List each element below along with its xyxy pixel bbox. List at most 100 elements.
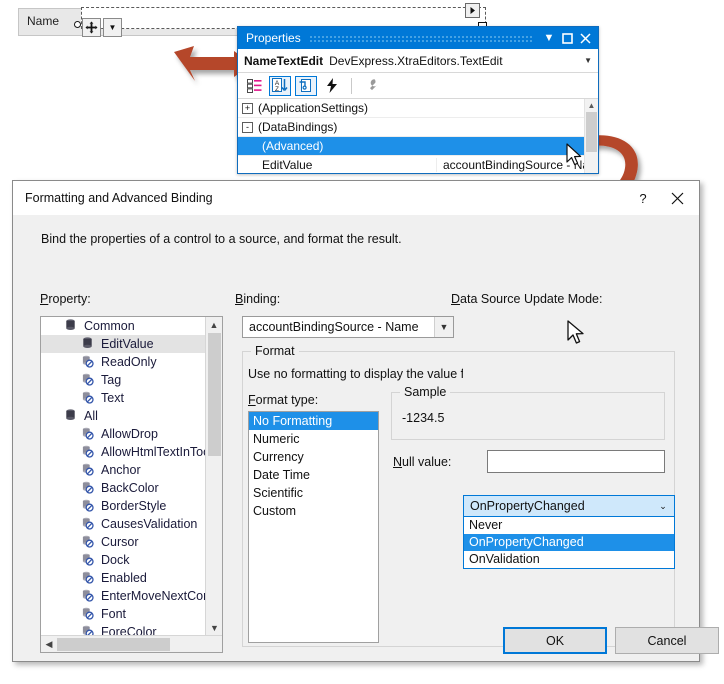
property-tree[interactable]: Common EditValue ReadOnly Tag Text All A… xyxy=(40,316,223,653)
list-item[interactable]: Scientific xyxy=(249,484,378,502)
table-row-selected[interactable]: (Advanced) ... xyxy=(238,137,598,156)
tree-node-borderstyle[interactable]: BorderStyle xyxy=(41,497,205,515)
dialog-body: Bind the properties of a control to a so… xyxy=(13,215,719,661)
tree-node-anchor[interactable]: Anchor xyxy=(41,461,205,479)
update-mode-combo[interactable]: OnPropertyChanged ⌄ xyxy=(463,495,675,517)
properties-object-selector[interactable]: NameTextEdit DevExpress.XtraEditors.Text… xyxy=(238,49,598,73)
unbound-property-icon xyxy=(82,607,96,621)
table-row[interactable]: - (DataBindings) xyxy=(238,118,598,137)
tree-node-label: AllowHtmlTextInToo xyxy=(101,445,205,459)
sample-value: -1234.5 xyxy=(402,411,445,425)
dropdown-option-onvalidation[interactable]: OnValidation xyxy=(464,551,674,568)
property-pages-wrench-icon[interactable] xyxy=(360,76,382,96)
tree-node-text[interactable]: Text xyxy=(41,389,205,407)
update-mode-dropdown-list[interactable]: Never OnPropertyChanged OnValidation xyxy=(463,517,675,569)
tree-node-entermovenextcontrol[interactable]: EnterMoveNextCont xyxy=(41,587,205,605)
tree-node-label: BackColor xyxy=(101,481,159,495)
property-label: Property: xyxy=(40,292,91,306)
collapse-minus-icon[interactable]: - xyxy=(242,121,253,133)
null-value-input[interactable] xyxy=(487,450,665,473)
list-item[interactable]: Numeric xyxy=(249,430,378,448)
tree-node-dock[interactable]: Dock xyxy=(41,551,205,569)
scrollbar[interactable]: ▲ xyxy=(584,99,598,173)
category-icon xyxy=(65,409,79,423)
chevron-up-icon[interactable]: ▲ xyxy=(206,317,222,332)
help-button[interactable]: ? xyxy=(629,183,657,213)
tree-node-label: Dock xyxy=(101,553,130,567)
tree-node-all[interactable]: All xyxy=(41,407,205,425)
format-hint: Use no formatting to display the value f… xyxy=(248,367,463,381)
tree-node-tag[interactable]: Tag xyxy=(41,371,205,389)
dialog-description: Bind the properties of a control to a so… xyxy=(41,232,402,246)
events-lightning-icon[interactable] xyxy=(321,76,343,96)
chevron-down-icon[interactable]: ▼ xyxy=(584,56,592,65)
page-title: Formatting and Advanced Binding xyxy=(25,191,213,205)
tree-node-readonly[interactable]: ReadOnly xyxy=(41,353,205,371)
tree-node-label: Tag xyxy=(101,373,122,387)
categorized-icon[interactable] xyxy=(243,76,265,96)
tree-node-editvalue[interactable]: EditValue xyxy=(41,335,205,353)
tree-node-common[interactable]: Common xyxy=(41,317,205,335)
chevron-down-icon[interactable]: ▼ xyxy=(206,620,222,635)
expand-plus-icon[interactable]: + xyxy=(242,102,253,114)
table-row[interactable]: EditValue accountBindingSource - Name xyxy=(238,156,598,173)
scrollbar-thumb[interactable] xyxy=(586,112,597,152)
tree-node-allowdrop[interactable]: AllowDrop xyxy=(41,425,205,443)
titlebar-grip xyxy=(308,34,532,42)
list-item[interactable]: No Formatting xyxy=(249,412,378,430)
tree-node-label: BorderStyle xyxy=(101,499,167,513)
dialog-titlebar[interactable]: Formatting and Advanced Binding ? xyxy=(13,181,699,215)
chevron-down-icon[interactable]: ▼ xyxy=(540,29,558,47)
scrollbar-thumb[interactable] xyxy=(57,637,170,651)
unbound-property-icon xyxy=(82,373,96,387)
alphabetical-sort-icon[interactable]: A Z xyxy=(269,75,291,96)
close-icon[interactable] xyxy=(657,183,697,213)
tree-horizontal-scrollbar[interactable]: ◀ xyxy=(41,635,222,652)
close-icon[interactable] xyxy=(576,29,594,47)
chevron-up-icon[interactable]: ⌄ xyxy=(652,501,674,512)
property-grid-name-cell: (Advanced) xyxy=(238,139,436,153)
dropdown-option-never[interactable]: Never xyxy=(464,517,674,534)
property-grid-value-cell[interactable]: accountBindingSource - Name xyxy=(436,158,598,172)
tree-vertical-scrollbar[interactable]: ▲ ▼ xyxy=(205,317,222,635)
update-mode-combo-value: OnPropertyChanged xyxy=(470,499,585,513)
tree-node-backcolor[interactable]: BackColor xyxy=(41,479,205,497)
chevron-left-icon[interactable]: ◀ xyxy=(41,639,57,650)
properties-page-icon[interactable] xyxy=(295,75,317,96)
unbound-property-icon xyxy=(82,427,96,441)
unbound-property-icon xyxy=(82,535,96,549)
tree-node-enabled[interactable]: Enabled xyxy=(41,569,205,587)
format-type-label: Format type: xyxy=(248,393,319,407)
toolbar-divider xyxy=(351,77,352,94)
chevron-down-icon[interactable]: ▼ xyxy=(434,317,453,337)
properties-window-titlebar[interactable]: Properties ▼ xyxy=(238,27,598,49)
table-row[interactable]: + (ApplicationSettings) xyxy=(238,99,598,118)
smart-tag-icon[interactable] xyxy=(465,3,480,18)
property-grid-rows: + (ApplicationSettings) - (DataBindings)… xyxy=(238,99,598,173)
properties-window: Properties ▼ NameTextEdit DevExpress.Xtr… xyxy=(237,26,599,174)
triangle-up-icon[interactable]: ▲ xyxy=(588,99,596,110)
cancel-button[interactable]: Cancel xyxy=(615,627,719,654)
binding-combo[interactable]: accountBindingSource - Name ▼ xyxy=(242,316,454,338)
update-mode-label: Data Source Update Mode: xyxy=(451,292,603,306)
scrollbar-thumb[interactable] xyxy=(208,333,221,456)
dropdown-option-onpropertychanged[interactable]: OnPropertyChanged xyxy=(464,534,674,551)
format-type-listbox[interactable]: No Formatting Numeric Currency Date Time… xyxy=(248,411,379,643)
list-item[interactable]: Date Time xyxy=(249,466,378,484)
chevron-down-icon[interactable]: ▼ xyxy=(103,18,122,37)
tree-node-cursor[interactable]: Cursor xyxy=(41,533,205,551)
maximize-icon[interactable] xyxy=(558,29,576,47)
resize-handle-left[interactable] xyxy=(74,21,81,28)
list-item[interactable]: Custom xyxy=(249,502,378,520)
tree-node-label: Cursor xyxy=(101,535,139,549)
tree-node-font[interactable]: Font xyxy=(41,605,205,623)
list-item[interactable]: Currency xyxy=(249,448,378,466)
ok-button[interactable]: OK xyxy=(503,627,607,654)
null-value-label: Null value: xyxy=(393,455,452,469)
move-icon[interactable] xyxy=(82,18,101,37)
tree-node-allowhtmltextintooltip[interactable]: AllowHtmlTextInToo xyxy=(41,443,205,461)
tree-node-label: EditValue xyxy=(101,337,154,351)
tree-node-forecolor[interactable]: ForeColor xyxy=(41,623,205,635)
tree-node-causesvalidation[interactable]: CausesValidation xyxy=(41,515,205,533)
property-name-text: (Advanced) xyxy=(262,139,324,153)
